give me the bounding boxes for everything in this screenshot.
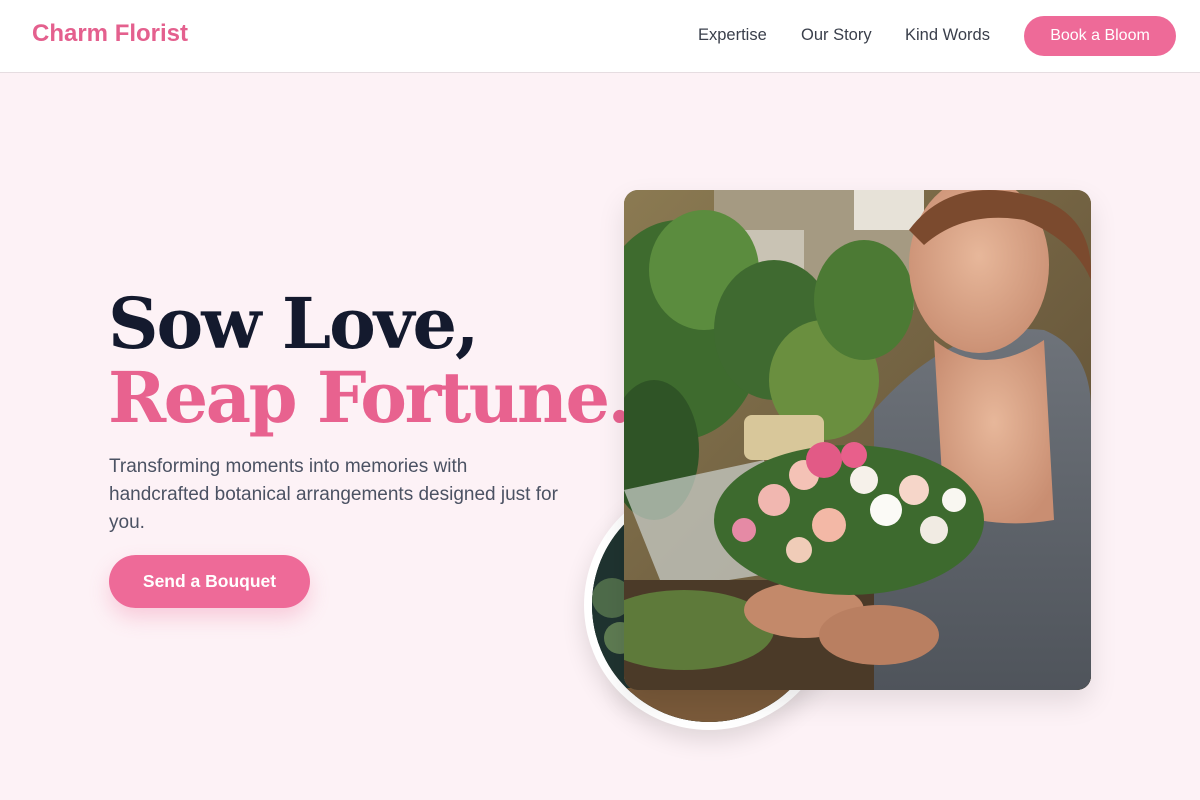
book-a-bloom-button[interactable]: Book a Bloom [1024, 16, 1176, 56]
hero-subtitle: Transforming moments into memories with … [109, 456, 558, 533]
nav-link-our-story[interactable]: Our Story [801, 26, 872, 45]
hero-headline-line1: Sow Love, [108, 282, 479, 365]
send-a-bouquet-button[interactable]: Send a Bouquet [109, 555, 310, 608]
nav-link-kind-words[interactable]: Kind Words [905, 26, 990, 45]
hero-headline-line2: Reap Fortune. [108, 356, 632, 439]
nav-link-expertise[interactable]: Expertise [698, 26, 767, 45]
brand-logo[interactable]: Charm Florist [32, 20, 188, 48]
hero-photo-florist [624, 190, 1091, 690]
top-nav: Charm Florist Expertise Our Story Kind W… [0, 0, 1200, 73]
